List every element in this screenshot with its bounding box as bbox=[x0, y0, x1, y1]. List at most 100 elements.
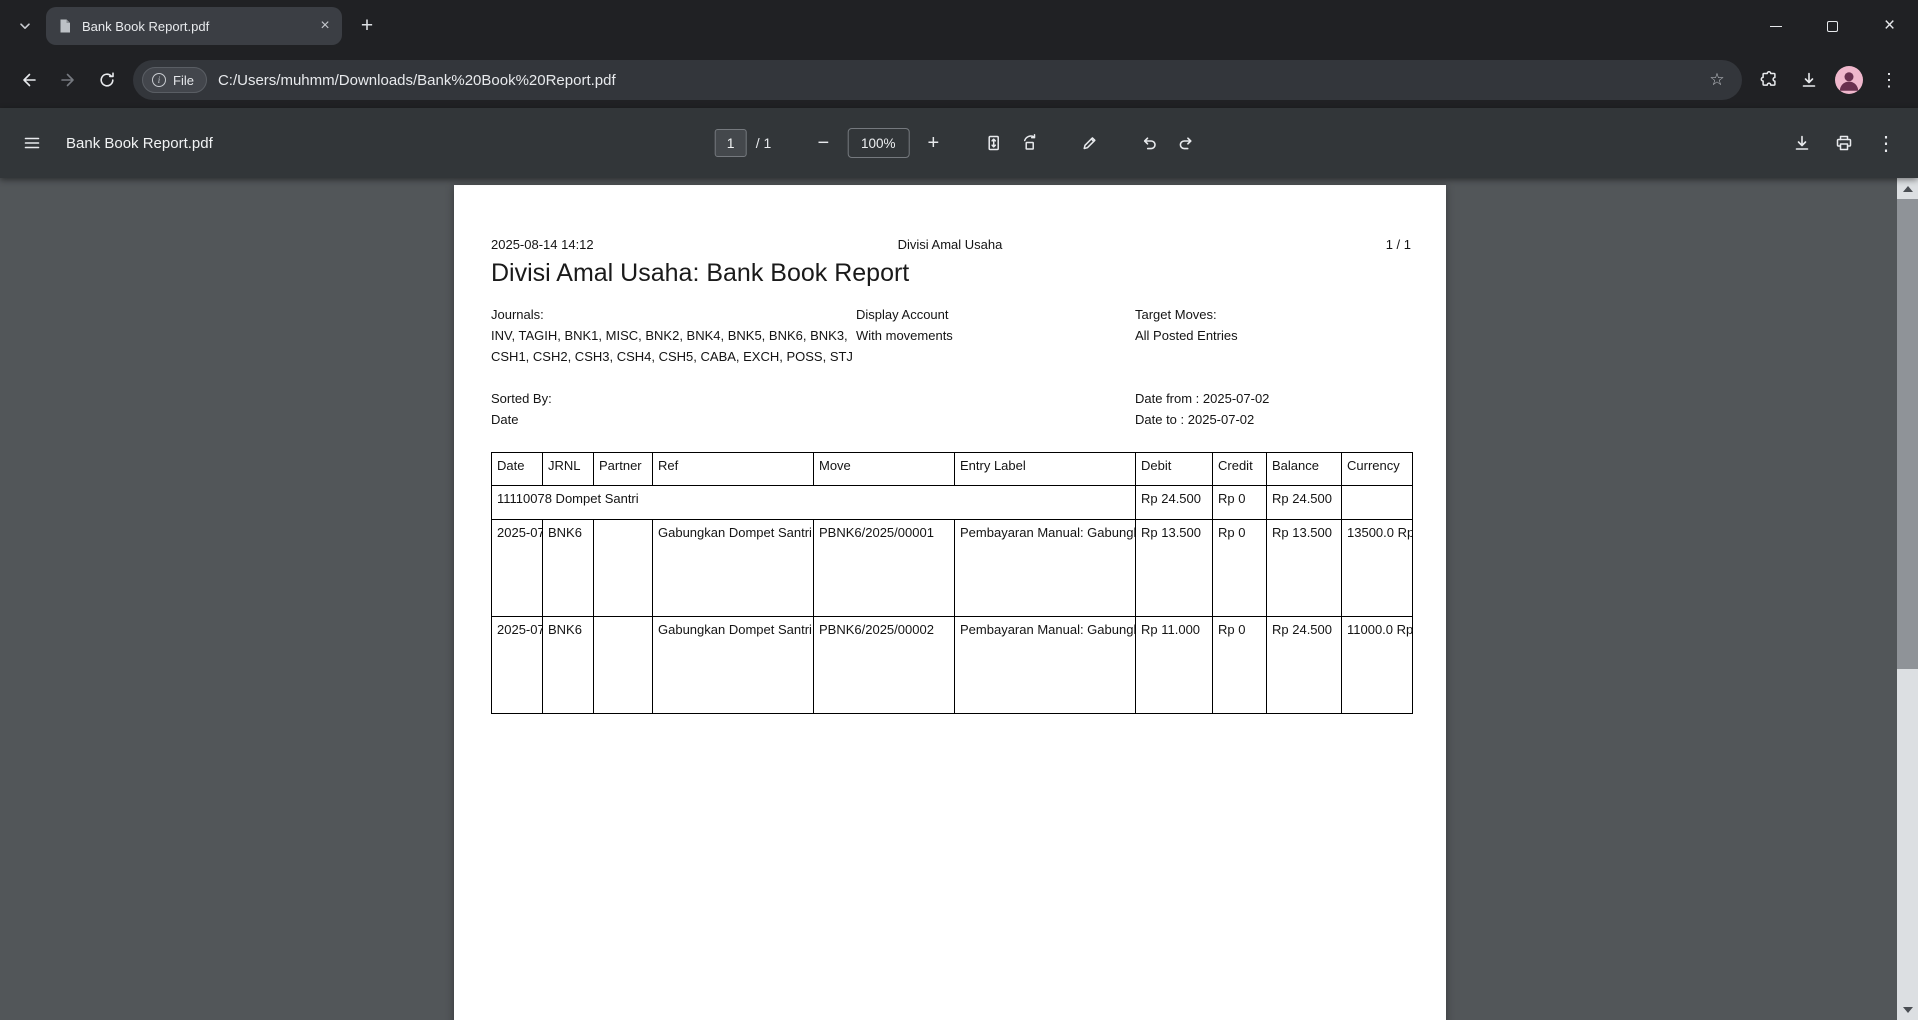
tab-search-button[interactable] bbox=[10, 11, 40, 41]
zoom-level-input[interactable]: 100% bbox=[847, 128, 909, 158]
col-header-ref: Ref bbox=[653, 453, 814, 486]
group-debit: Rp 24.500 bbox=[1136, 486, 1213, 520]
report-page-indicator: 1 / 1 bbox=[1386, 237, 1411, 252]
group-credit: Rp 0 bbox=[1213, 486, 1267, 520]
page-count-label: / 1 bbox=[756, 135, 772, 151]
redo-button[interactable] bbox=[1167, 125, 1203, 161]
undo-button[interactable] bbox=[1131, 125, 1167, 161]
cell-credit: Rp 0 bbox=[1213, 617, 1267, 714]
col-header-jrnl: JRNL bbox=[543, 453, 594, 486]
page-number-input[interactable]: 1 bbox=[715, 129, 747, 157]
reload-button[interactable] bbox=[88, 62, 125, 99]
account-group-row: 11110078 Dompet Santri Rp 24.500 Rp 0 Rp… bbox=[492, 486, 1413, 520]
pdf-toolbar-right: ⋮ bbox=[1784, 125, 1918, 161]
cell-credit: Rp 0 bbox=[1213, 520, 1267, 617]
kebab-icon: ⋮ bbox=[1876, 131, 1896, 156]
report-company: Divisi Amal Usaha bbox=[454, 237, 1446, 252]
pdf-print-button[interactable] bbox=[1826, 125, 1862, 161]
browser-tab[interactable]: Bank Book Report.pdf × bbox=[46, 7, 342, 45]
profile-button[interactable] bbox=[1830, 61, 1868, 99]
pdf-page: 2025-08-14 14:12 Divisi Amal Usaha 1 / 1… bbox=[454, 185, 1446, 1020]
table-row: 2025-07-02 BNK6 Gabungkan Dompet Santri … bbox=[492, 617, 1413, 714]
pdf-content-area: 2025-08-14 14:12 Divisi Amal Usaha 1 / 1… bbox=[0, 178, 1918, 1020]
forward-button[interactable] bbox=[49, 62, 86, 99]
new-tab-button[interactable]: + bbox=[352, 11, 382, 41]
vertical-scrollbar[interactable] bbox=[1897, 178, 1918, 1020]
pen-icon bbox=[1079, 133, 1099, 153]
pdf-toolbar: Bank Book Report.pdf 1 / 1 − 100% + bbox=[0, 108, 1918, 178]
cell-partner bbox=[594, 617, 653, 714]
zoom-in-button[interactable]: + bbox=[915, 125, 951, 161]
cell-jrnl: BNK6 bbox=[543, 617, 594, 714]
col-header-credit: Credit bbox=[1213, 453, 1267, 486]
cell-ref: Gabungkan Dompet Santri pembayaran POS d… bbox=[653, 617, 814, 714]
col-header-move: Move bbox=[814, 453, 955, 486]
display-account-label: Display Account bbox=[856, 307, 949, 322]
tab-strip: Bank Book Report.pdf × + × bbox=[0, 0, 1918, 52]
col-header-debit: Debit bbox=[1136, 453, 1213, 486]
fit-to-page-button[interactable] bbox=[975, 125, 1011, 161]
triangle-down-icon bbox=[1903, 1007, 1913, 1013]
bank-book-table: Date JRNL Partner Ref Move Entry Label D… bbox=[491, 452, 1413, 714]
col-header-date: Date bbox=[492, 453, 543, 486]
window-controls: × bbox=[1747, 0, 1918, 52]
col-header-entry-label: Entry Label bbox=[955, 453, 1136, 486]
pdf-favicon-icon bbox=[57, 18, 73, 34]
rotate-icon bbox=[1019, 133, 1039, 153]
scrollbar-up-button[interactable] bbox=[1897, 178, 1918, 199]
redo-icon bbox=[1175, 133, 1195, 153]
col-header-balance: Balance bbox=[1267, 453, 1342, 486]
rotate-button[interactable] bbox=[1011, 125, 1047, 161]
zoom-out-button[interactable]: − bbox=[805, 125, 841, 161]
cell-date: 2025-07-02 bbox=[492, 617, 543, 714]
cell-entry-label: Pembayaran Manual: Gabungkan Dompet Sant… bbox=[955, 617, 1136, 714]
col-header-partner: Partner bbox=[594, 453, 653, 486]
journals-line2: CSH1, CSH2, CSH3, CSH4, CSH5, CABA, EXCH… bbox=[491, 349, 853, 364]
cell-move: PBNK6/2025/00002 bbox=[814, 617, 955, 714]
pdf-toolbar-left: Bank Book Report.pdf bbox=[0, 125, 213, 161]
cell-currency: 11000.0 Rp bbox=[1342, 617, 1413, 714]
maximize-icon bbox=[1827, 21, 1838, 32]
browser-menu-button[interactable]: ⋮ bbox=[1870, 61, 1908, 99]
minimize-button[interactable] bbox=[1747, 0, 1804, 52]
maximize-button[interactable] bbox=[1804, 0, 1861, 52]
annotate-button[interactable] bbox=[1071, 125, 1107, 161]
window-close-button[interactable]: × bbox=[1861, 0, 1918, 52]
back-button[interactable] bbox=[10, 62, 47, 99]
scrollbar-thumb[interactable] bbox=[1897, 199, 1918, 669]
puzzle-icon bbox=[1759, 70, 1779, 90]
reload-icon bbox=[97, 70, 117, 90]
table-row: 2025-07-02 BNK6 Gabungkan Dompet Santri … bbox=[492, 520, 1413, 617]
group-currency bbox=[1342, 486, 1413, 520]
cell-date: 2025-07-02 bbox=[492, 520, 543, 617]
fit-page-icon bbox=[983, 133, 1003, 153]
info-icon: i bbox=[152, 73, 166, 87]
tab-title: Bank Book Report.pdf bbox=[82, 19, 305, 34]
group-account-label: 11110078 Dompet Santri bbox=[492, 486, 1136, 520]
pdf-menu-button[interactable] bbox=[14, 125, 50, 161]
pdf-menu-kebab-button[interactable]: ⋮ bbox=[1868, 125, 1904, 161]
avatar bbox=[1835, 66, 1863, 94]
tab-close-button[interactable]: × bbox=[314, 15, 336, 37]
sorted-by-label: Sorted By: bbox=[491, 391, 552, 406]
print-icon bbox=[1834, 133, 1854, 153]
star-icon: ☆ bbox=[1709, 70, 1724, 90]
cell-partner bbox=[594, 520, 653, 617]
chevron-down-icon bbox=[15, 16, 35, 36]
address-bar[interactable]: i File C:/Users/muhmm/Downloads/Bank%20B… bbox=[133, 60, 1742, 100]
date-from: Date from : 2025-07-02 bbox=[1135, 391, 1269, 406]
minimize-icon bbox=[1770, 26, 1782, 27]
cell-ref: Gabungkan Dompet Santri pembayaran POS d… bbox=[653, 520, 814, 617]
download-icon bbox=[1799, 70, 1819, 90]
arrow-right-icon bbox=[58, 70, 78, 90]
arrow-left-icon bbox=[19, 70, 39, 90]
extensions-button[interactable] bbox=[1750, 61, 1788, 99]
file-chip[interactable]: i File bbox=[142, 67, 207, 93]
url-text[interactable]: C:/Users/muhmm/Downloads/Bank%20Book%20R… bbox=[218, 72, 1693, 89]
col-header-currency: Currency bbox=[1342, 453, 1413, 486]
cell-entry-label: Pembayaran Manual: Gabungkan Dompet Sant… bbox=[955, 520, 1136, 617]
pdf-download-button[interactable] bbox=[1784, 125, 1820, 161]
downloads-button[interactable] bbox=[1790, 61, 1828, 99]
scrollbar-down-button[interactable] bbox=[1897, 999, 1918, 1020]
bookmark-star-button[interactable]: ☆ bbox=[1704, 67, 1730, 93]
